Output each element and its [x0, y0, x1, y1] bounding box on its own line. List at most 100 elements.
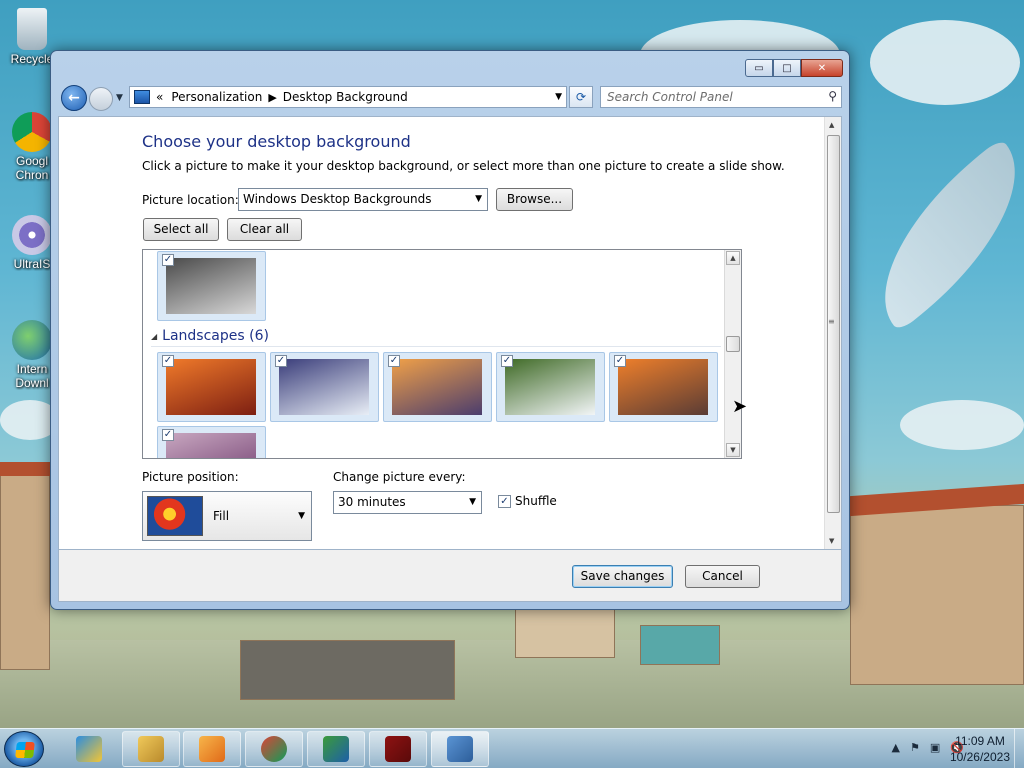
content-scrollbar[interactable]: ▲ ≡ ▼ — [824, 117, 841, 549]
chevron-down-icon: ▼ — [469, 497, 476, 507]
dialog-footer: Save changes Cancel — [58, 550, 842, 602]
fountain — [240, 640, 455, 700]
select-all-button[interactable]: Select all — [143, 218, 219, 241]
breadcrumb-desktop-background[interactable]: Desktop Background — [283, 90, 408, 104]
thumbnail-checkbox[interactable]: ✓ — [388, 355, 400, 367]
scroll-down-icon[interactable]: ▼ — [829, 537, 834, 545]
browse-button[interactable]: Browse... — [496, 188, 573, 211]
thumbnail-checkbox[interactable]: ✓ — [162, 429, 174, 441]
internet-explorer-icon — [76, 736, 102, 762]
thumbnail-tile[interactable]: ✓ — [157, 352, 266, 422]
clock-time: 11:09 AM — [955, 734, 1005, 748]
taskbar-chrome[interactable] — [245, 731, 303, 767]
change-picture-label: Change picture every: — [333, 470, 466, 484]
scroll-up-icon[interactable]: ▲ — [726, 251, 740, 265]
clock-date: 10/26/2023 — [949, 750, 1010, 764]
download-manager-icon — [323, 736, 349, 762]
media-player-icon — [199, 736, 225, 762]
scrollbar-thumb[interactable] — [726, 336, 740, 352]
taskbar-download-manager[interactable] — [307, 731, 365, 767]
desktop-background-window: ▭ □ ✕ ← ▼ « Personalization ▶ Desktop Ba… — [50, 50, 850, 610]
shuffle-checkbox[interactable]: ✓ Shuffle — [498, 494, 557, 508]
thumb-landscape-coast-rocks — [392, 359, 482, 415]
scroll-down-icon[interactable]: ▼ — [726, 443, 740, 457]
maximize-button[interactable]: □ — [773, 59, 801, 77]
clear-all-button[interactable]: Clear all — [227, 218, 302, 241]
search-placeholder: Search Control Panel — [607, 90, 733, 104]
taskbar-media-player[interactable] — [183, 731, 241, 767]
cancel-button[interactable]: Cancel — [685, 565, 760, 588]
feather — [843, 137, 1024, 333]
thumbnail-checkbox[interactable]: ✓ — [614, 355, 626, 367]
picture-position-select[interactable]: Fill ▼ — [142, 491, 312, 541]
group-title: Landscapes (6) — [162, 328, 269, 344]
address-dropdown-icon[interactable]: ▼ — [555, 92, 562, 102]
wallpaper-gallery: ✓ ◢ Landscapes (6) ✓ ✓ ✓ ✓ ✓ ✓ ▲ ▼ — [142, 249, 742, 459]
taskbar-internet-explorer[interactable] — [60, 731, 118, 767]
save-changes-button[interactable]: Save changes — [572, 565, 673, 588]
thumbnail-checkbox[interactable]: ✓ — [162, 355, 174, 367]
group-header-landscapes[interactable]: ◢ Landscapes (6) — [151, 328, 721, 347]
action-center-flag-icon[interactable]: ⚑ — [910, 741, 920, 754]
thumb-landscape-waterfall — [505, 359, 595, 415]
thumbnail-tile[interactable]: ✓ — [496, 352, 605, 422]
thumbnail-tile[interactable]: ✓ — [157, 426, 266, 458]
thumbnail-tile[interactable]: ✓ — [157, 251, 266, 321]
picture-location-select[interactable]: Windows Desktop Backgrounds ▼ — [238, 188, 488, 211]
breadcrumb-overflow[interactable]: « — [156, 90, 163, 104]
change-picture-interval-select[interactable]: 30 minutes ▼ — [333, 491, 482, 514]
show-desktop-button[interactable] — [1014, 729, 1024, 768]
scroll-up-icon[interactable]: ▲ — [829, 121, 834, 129]
navigation-bar: ← ▼ « Personalization ▶ Desktop Backgrou… — [59, 85, 842, 111]
recycle-bin-icon — [17, 8, 47, 50]
shuffle-check-icon[interactable]: ✓ — [498, 494, 511, 508]
content-pane: Choose your desktop background Click a p… — [58, 116, 842, 550]
thumb-characters — [166, 258, 256, 314]
address-bar[interactable]: « Personalization ▶ Desktop Background ▼ — [129, 86, 567, 108]
chrome-icon — [261, 736, 287, 762]
thumbnail-tile[interactable]: ✓ — [609, 352, 718, 422]
page-description: Click a picture to make it your desktop … — [142, 159, 785, 173]
breadcrumb-personalization[interactable]: Personalization — [171, 90, 262, 104]
taskbar-control-panel[interactable] — [431, 731, 489, 767]
network-icon[interactable]: ▣ — [930, 741, 940, 754]
building — [850, 505, 1024, 685]
taskbar-flash[interactable] — [369, 731, 427, 767]
collapse-triangle-icon[interactable]: ◢ — [151, 332, 157, 341]
thumbnail-tile[interactable]: ✓ — [270, 352, 379, 422]
search-icon[interactable]: ⚲ — [828, 89, 837, 103]
building — [0, 470, 50, 670]
flash-icon — [385, 736, 411, 762]
page-title: Choose your desktop background — [142, 132, 411, 151]
start-button[interactable] — [4, 731, 44, 767]
chevron-down-icon: ▼ — [475, 194, 482, 204]
internet-download-manager-shortcut-icon — [12, 320, 52, 360]
taskbar-file-explorer[interactable] — [122, 731, 180, 767]
change-picture-value: 30 minutes — [338, 495, 406, 509]
cloud — [870, 20, 1020, 105]
forward-button[interactable] — [89, 87, 113, 111]
search-input[interactable]: Search Control Panel ⚲ — [600, 86, 842, 108]
position-preview-image — [147, 496, 203, 536]
refresh-button[interactable]: ⟳ — [569, 86, 593, 108]
windows-logo-icon — [15, 742, 35, 758]
thumbnail-checkbox[interactable]: ✓ — [162, 254, 174, 266]
thumbnail-checkbox[interactable]: ✓ — [275, 355, 287, 367]
show-hidden-icons-icon[interactable]: ▲ — [892, 741, 900, 754]
chevron-down-icon: ▼ — [298, 511, 305, 521]
breadcrumb-separator-icon[interactable]: ▶ — [268, 91, 276, 104]
clock[interactable]: 11:09 AM 10/26/2023 — [950, 733, 1010, 765]
picture-location-label: Picture location: — [142, 193, 239, 207]
building — [515, 608, 615, 658]
picture-position-value: Fill — [213, 509, 230, 523]
back-button[interactable]: ← — [61, 85, 87, 111]
thumb-landscape-ice-lake — [279, 359, 369, 415]
gallery-scrollbar[interactable]: ▲ ▼ — [724, 250, 741, 458]
recent-pages-dropdown-icon[interactable]: ▼ — [116, 93, 123, 103]
thumbnail-checkbox[interactable]: ✓ — [501, 355, 513, 367]
scrollbar-grip-icon: ≡ — [828, 317, 835, 326]
caption-buttons: ▭ □ ✕ — [745, 59, 843, 77]
thumbnail-tile[interactable]: ✓ — [383, 352, 492, 422]
close-button[interactable]: ✕ — [801, 59, 843, 77]
minimize-button[interactable]: ▭ — [745, 59, 773, 77]
